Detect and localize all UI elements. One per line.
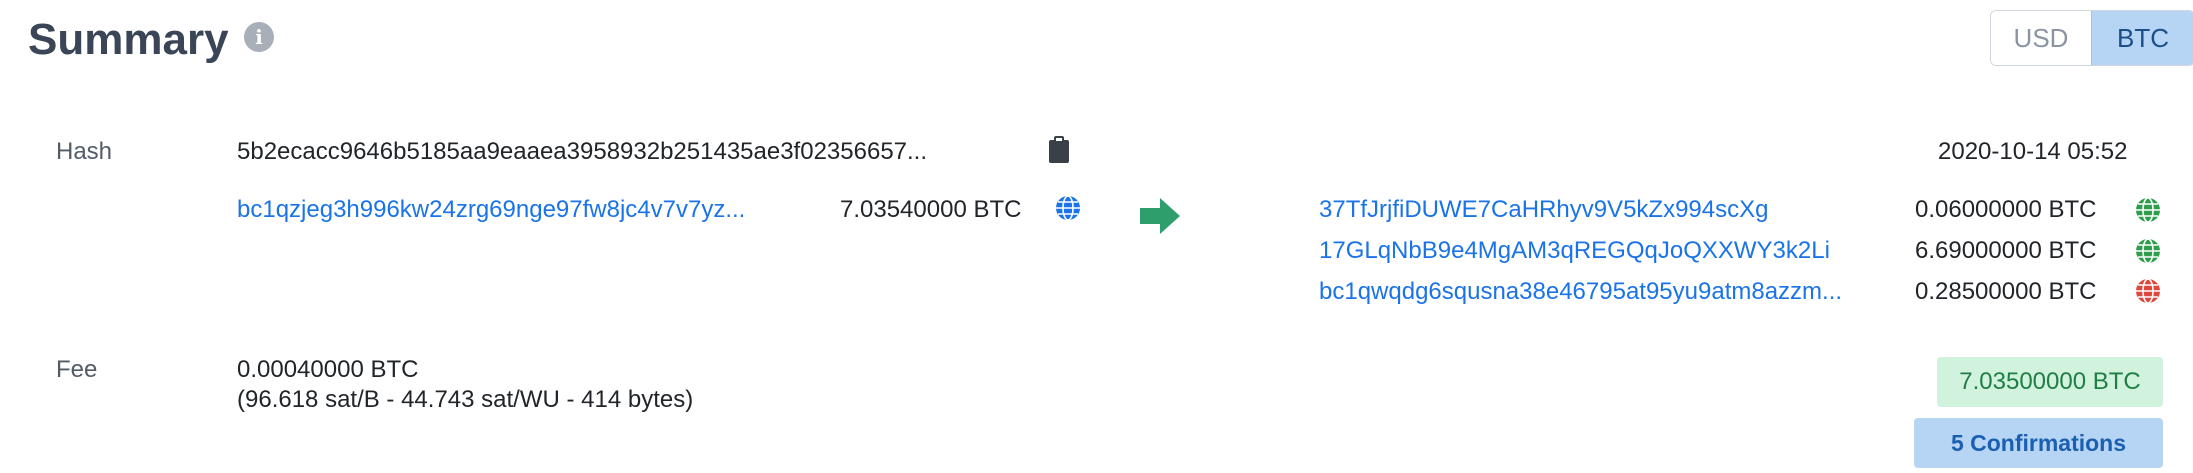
page-title: Summary [28, 15, 229, 64]
globe-icon[interactable] [1055, 195, 1081, 221]
input-amount: 7.03540000 BTC [840, 196, 1022, 223]
output-address[interactable]: 17GLqNbB9e4MgAM3qREGQqJoQXXWY3k2Li [1319, 237, 1830, 265]
input-address[interactable]: bc1qzjeg3h996kw24zrg69nge97fw8jc4v7v7yz.… [237, 196, 745, 224]
total-amount-badge: 7.03500000 BTC [1937, 357, 2163, 407]
fee-detail: (96.618 sat/B - 44.743 sat/WU - 414 byte… [237, 386, 694, 413]
hash-label: Hash [56, 138, 113, 165]
output-amount: 0.28500000 BTC [1915, 278, 2097, 305]
output-address[interactable]: bc1qwqdg6squsna38e46795at95yu9atm8azzm..… [1319, 278, 1842, 306]
output-amount: 6.69000000 BTC [1915, 237, 2097, 264]
arrow-right-icon [1140, 198, 1180, 234]
output-amount: 0.06000000 BTC [1915, 196, 2097, 223]
transaction-summary: Summary i USD BTC Hash 5b2ecacc9646b5185… [0, 0, 2193, 473]
currency-btc-button[interactable]: BTC [2091, 11, 2193, 65]
globe-icon[interactable] [2135, 238, 2161, 264]
globe-icon[interactable] [2135, 278, 2161, 304]
currency-usd-button[interactable]: USD [1991, 11, 2091, 65]
clipboard-icon[interactable] [1048, 136, 1070, 164]
output-address[interactable]: 37TfJrjfiDUWE7CaHRhyv9V5kZx994scXg [1319, 196, 1768, 224]
fee-value: 0.00040000 BTC [237, 356, 419, 383]
fee-label: Fee [56, 356, 98, 383]
globe-icon[interactable] [2135, 197, 2161, 223]
currency-toggle: USD BTC [1990, 10, 2193, 66]
info-icon[interactable]: i [244, 22, 274, 52]
transaction-timestamp: 2020-10-14 05:52 [1938, 138, 2128, 165]
hash-value: 5b2ecacc9646b5185aa9eaaea3958932b251435a… [237, 138, 928, 165]
confirmations-badge[interactable]: 5 Confirmations [1914, 418, 2163, 468]
